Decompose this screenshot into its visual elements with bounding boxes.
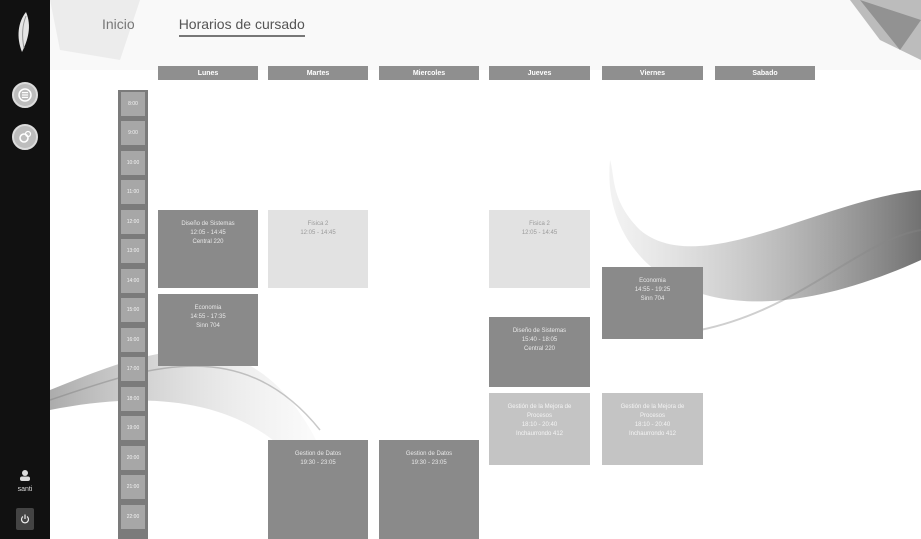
class-name: Economia	[194, 305, 222, 311]
class-block[interactable]: Diseño de Sistemas 15:40 - 18:05 Central…	[489, 317, 590, 387]
menu-button[interactable]	[12, 82, 38, 108]
class-block[interactable]: Economia 14:55 - 19:25 Sinn 704	[602, 267, 703, 339]
class-block[interactable]: Diseño de Sistemas 12:05 - 14:45 Central…	[158, 210, 258, 288]
class-time: 12:05 - 14:45	[521, 230, 558, 236]
hour-cell: 21:00	[121, 475, 145, 499]
class-name: Gestion de Datos	[405, 451, 453, 457]
hour-cell: 11:00	[121, 180, 145, 204]
class-time: 14:55 - 17:35	[190, 314, 226, 320]
hour-cell: 12:00	[121, 210, 145, 234]
sidebar: santi	[0, 0, 50, 539]
class-name: Gestion de Datos	[294, 451, 342, 457]
logo-icon	[18, 12, 29, 52]
class-time: 19:30 - 23:05	[300, 460, 336, 466]
day-header-miercoles: Miercoles	[379, 66, 479, 80]
day-header-sabado: Sabado	[715, 66, 815, 80]
nav-schedule[interactable]: Horarios de cursado	[178, 16, 305, 37]
top-nav: Inicio Horarios de cursado	[102, 16, 305, 37]
hamburger-icon	[18, 88, 32, 102]
hour-cell: 18:00	[121, 387, 145, 411]
hour-cell: 13:00	[121, 239, 145, 263]
class-room: Central 220	[192, 239, 224, 245]
class-time: 18:10 - 20:40	[521, 422, 558, 428]
day-header-martes: Martes	[268, 66, 368, 80]
logout-button[interactable]	[16, 508, 34, 530]
day-header-lunes: Lunes	[158, 66, 258, 80]
user-icon	[20, 470, 30, 481]
hour-column: 8:00 9:00 10:00 11:00 12:00 13:00 14:00 …	[118, 90, 148, 539]
hour-cell: 20:00	[121, 446, 145, 470]
class-time: 12:05 - 14:45	[300, 230, 336, 236]
day-header-jueves: Jueves	[489, 66, 590, 80]
hour-cell: 15:00	[121, 298, 145, 322]
settings-button[interactable]	[12, 124, 38, 150]
user-name: santi	[17, 486, 33, 493]
day-header-viernes: Viernes	[602, 66, 703, 80]
class-time: 12:05 - 14:45	[190, 230, 226, 236]
class-block[interactable]: Gestion de Datos 19:30 - 23:05	[379, 440, 479, 539]
class-name: Diseño de Sistemas	[181, 221, 235, 227]
class-name: Gestión de la Mejora de Procesos	[620, 404, 685, 419]
class-name: Gestión de la Mejora de Procesos	[507, 404, 572, 419]
class-block[interactable]: Fisica 2 12:05 - 14:45	[489, 210, 590, 288]
class-name: Economia	[639, 278, 666, 284]
class-name: Diseño de Sistemas	[512, 328, 567, 334]
class-block[interactable]: Economia 14:55 - 17:35 Sinn 704	[158, 294, 258, 366]
class-room: Central 220	[523, 346, 556, 352]
class-time: 14:55 - 19:25	[634, 287, 671, 293]
hour-cell: 17:00	[121, 357, 145, 381]
class-time: 19:30 - 23:05	[411, 460, 447, 466]
hour-cell: 10:00	[121, 151, 145, 175]
user-profile[interactable]: santi	[0, 468, 50, 493]
class-block[interactable]: Gestión de la Mejora de Procesos 18:10 -…	[489, 393, 590, 465]
hour-cell: 19:00	[121, 416, 145, 440]
class-name: Fisica 2	[307, 221, 329, 227]
gear-icon	[19, 130, 32, 143]
power-icon	[20, 514, 30, 524]
class-block[interactable]: Fisica 2 12:05 - 14:45	[268, 210, 368, 288]
hour-cell: 22:00	[121, 505, 145, 529]
nav-home[interactable]: Inicio	[102, 16, 135, 37]
class-block[interactable]: Gestion de Datos 19:30 - 23:05	[268, 440, 368, 539]
class-room: Inchaurrondo 412	[628, 431, 677, 437]
class-room: Sinn 704	[196, 323, 220, 329]
class-name: Fisica 2	[529, 221, 550, 227]
class-time: 18:10 - 20:40	[634, 422, 671, 428]
class-room: Sinn 704	[640, 296, 665, 302]
class-block[interactable]: Gestión de la Mejora de Procesos 18:10 -…	[602, 393, 703, 465]
hour-cell: 16:00	[121, 328, 145, 352]
hour-cell: 8:00	[121, 92, 145, 116]
class-room: Inchaurrondo 412	[515, 431, 564, 437]
hour-cell: 9:00	[121, 121, 145, 145]
class-time: 15:40 - 18:05	[521, 337, 558, 343]
hour-cell: 14:00	[121, 269, 145, 293]
